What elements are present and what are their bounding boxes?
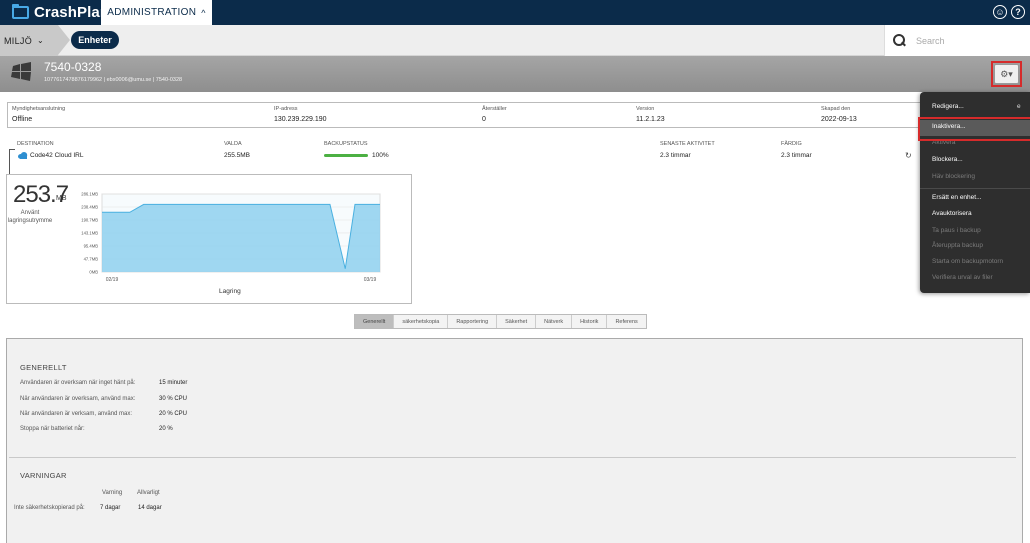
menu-highlight-box xyxy=(918,117,1030,141)
info-value-version: 11.2.1.23 xyxy=(636,116,665,123)
general-label-active-cpu: När användaren är verksam, använd max: xyxy=(20,411,133,417)
administration-label: ADMINISTRATION xyxy=(107,7,197,18)
dest-label-destination: DESTINATION xyxy=(17,141,54,147)
menu-item-0[interactable]: Redigera... xyxy=(932,103,964,110)
tab-3[interactable]: Säkerhet xyxy=(497,315,537,328)
backup-percent: 100% xyxy=(372,152,389,159)
breadcrumb-devices[interactable]: Enheter xyxy=(71,31,119,49)
dest-name[interactable]: Code42 Cloud IRL xyxy=(30,152,83,159)
general-label-idle: Användaren är overksam när inget hänt på… xyxy=(20,380,136,386)
device-tabs: Generellt säkerhetskopia Rapportering Säker… xyxy=(354,314,647,329)
storage-used-label: Använt lagringsutrymme xyxy=(7,210,53,224)
help-icon[interactable]: ? xyxy=(1011,5,1025,19)
tab-2[interactable]: Rapportering xyxy=(448,315,498,328)
crashplan-logo[interactable]: CrashPlan xyxy=(12,4,109,21)
warnings-title: VARNINGAR xyxy=(20,471,67,480)
info-label-version: Version xyxy=(636,106,655,112)
dest-label-last-activity: SENASTE AKTIVITET xyxy=(660,141,715,147)
tab-5[interactable]: Historik xyxy=(572,315,608,328)
info-value-ip: 130.239.229.190 xyxy=(274,116,327,123)
chart-y-tick: 238.4MB xyxy=(81,205,98,210)
info-value-authority: Offline xyxy=(12,116,33,123)
chart-y-tick: 0MB xyxy=(89,270,98,275)
dest-selected: 255.5MB xyxy=(224,152,251,159)
chart-y-tick: 286.1MB xyxy=(81,192,98,197)
device-subtitle: 1077617478876179962 | ebx0006@umu.se | 7… xyxy=(44,77,183,83)
dest-last-activity: 2.3 timmar xyxy=(660,152,691,159)
tab-4[interactable]: Nätverk xyxy=(536,315,573,328)
cloud-icon xyxy=(18,152,28,159)
dest-label-done: FÄRDIG xyxy=(781,141,802,147)
refresh-icon[interactable]: ↻ xyxy=(905,151,912,160)
menu-item-8: Återuppta backup xyxy=(932,242,983,249)
warnings-critical-value: 14 dagar xyxy=(138,505,162,511)
warnings-col-critical: Allvarligt xyxy=(137,490,160,496)
device-name: 7540-0328 xyxy=(44,60,102,74)
dest-done: 2.3 timmar xyxy=(781,152,812,159)
administration-menu-button[interactable]: ADMINISTRATION ^ xyxy=(101,0,212,25)
chart-y-tick: 95.4MB xyxy=(84,243,99,248)
chart-connector xyxy=(9,149,15,174)
general-value-idle: 15 minuter xyxy=(159,380,188,386)
menu-item-6[interactable]: Avauktorisera xyxy=(932,210,972,217)
device-info-row: Myndighetsanslutning Offline IP-adress 1… xyxy=(7,102,1030,128)
storage-chart: 286.1MB 238.4MB 190.7MB 143.1MB 95.4MB 47.7MB… xyxy=(81,192,381,283)
windows-icon xyxy=(11,62,31,81)
warnings-warning-value: 7 dagar xyxy=(100,505,121,511)
backup-progress-bar xyxy=(324,154,368,157)
folder-logo-icon xyxy=(12,4,29,19)
menu-item-7: Ta paus i backup xyxy=(932,227,981,234)
chart-y-tick: 47.7MB xyxy=(84,256,99,261)
general-value-active-cpu: 20 % CPU xyxy=(159,411,188,417)
search-input[interactable] xyxy=(916,35,1016,46)
section-divider xyxy=(9,457,1016,458)
chart-y-tick: 190.7MB xyxy=(81,218,98,223)
general-label-idle-cpu: När användaren är overksam, använd max: xyxy=(20,396,136,402)
tab-1[interactable]: säkerhetskopia xyxy=(394,315,449,328)
search-icon[interactable] xyxy=(893,34,906,47)
menu-item-3[interactable]: Blockera... xyxy=(932,156,963,163)
gear-highlight-box xyxy=(991,61,1022,87)
tab-0[interactable]: Generellt xyxy=(355,315,395,328)
tab-6[interactable]: Referens xyxy=(607,315,645,328)
info-label-created: Skapad den xyxy=(821,106,851,112)
chevron-up-icon: ^ xyxy=(201,7,206,18)
menu-item-5[interactable]: Ersätt en enhet... xyxy=(932,194,982,201)
general-value-battery: 20 % xyxy=(159,426,173,432)
general-settings-panel: GENERELLT Användaren är overksam när ing… xyxy=(6,338,1023,543)
dest-label-status: BACKUPSTATUS xyxy=(324,141,368,147)
info-label-ip: IP-adress xyxy=(274,106,298,112)
menu-shortcut: e xyxy=(1017,103,1021,110)
search-box[interactable] xyxy=(884,25,1030,56)
breadcrumb-arrow xyxy=(58,25,70,55)
general-value-idle-cpu: 30 % CPU xyxy=(159,396,188,402)
breadcrumb-env[interactable]: MILJÖ ⌄ xyxy=(0,25,58,56)
breadcrumb-env-label: MILJÖ xyxy=(4,35,33,46)
menu-item-10: Verifiera urval av filer xyxy=(932,274,993,281)
chart-x-tick: 03/19 xyxy=(364,277,377,283)
dest-label-selected: VALDA xyxy=(224,141,242,147)
chart-y-tick: 143.1MB xyxy=(81,230,98,235)
general-title: GENERELLT xyxy=(20,363,67,372)
chevron-down-icon: ⌄ xyxy=(37,36,45,45)
warnings-row-label: Inte säkerhetskopierad på: xyxy=(14,505,85,511)
user-icon[interactable]: ☺ xyxy=(993,5,1007,19)
device-header xyxy=(0,56,1030,92)
info-value-restoring: 0 xyxy=(482,116,486,123)
general-label-battery: Stoppa när batteriet når: xyxy=(20,426,85,432)
app-name: CrashPlan xyxy=(34,4,110,21)
info-label-restoring: Återställer xyxy=(482,106,507,112)
warnings-col-warning: Varning xyxy=(102,490,123,496)
menu-item-4: Häv blockering xyxy=(932,173,975,180)
chart-title: Lagring xyxy=(219,288,241,295)
chart-x-tick: 02/19 xyxy=(106,277,119,283)
info-value-created: 2022-09-13 xyxy=(821,116,857,123)
menu-separator xyxy=(920,188,1030,189)
breadcrumb-bar xyxy=(0,25,1030,56)
menu-item-9: Starta om backupmotorn xyxy=(932,258,1004,265)
storage-used-unit: MB xyxy=(56,195,67,202)
info-label-authority: Myndighetsanslutning xyxy=(12,106,66,112)
